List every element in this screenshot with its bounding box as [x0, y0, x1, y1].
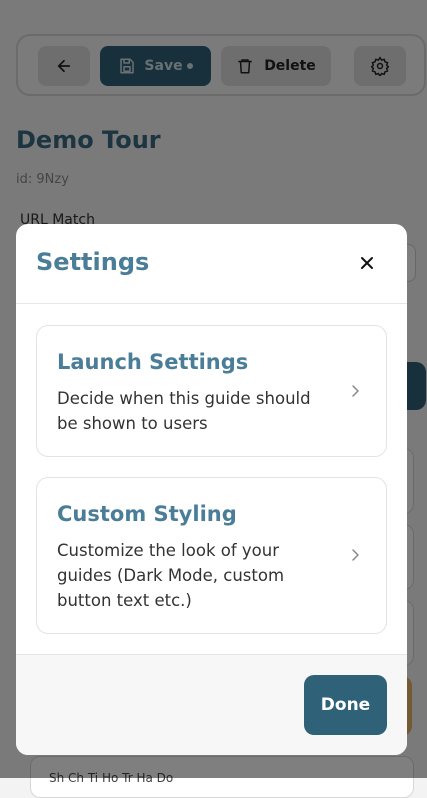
- settings-modal: Settings Launch Settings Decide when thi…: [16, 224, 407, 755]
- launch-settings-option[interactable]: Launch Settings Decide when this guide s…: [36, 325, 387, 457]
- close-icon: [361, 257, 373, 269]
- option-title: Launch Settings: [57, 350, 249, 374]
- option-title: Custom Styling: [57, 502, 237, 526]
- option-description: Decide when this guide should be shown t…: [57, 389, 311, 433]
- chevron-right-icon: [352, 549, 359, 561]
- modal-footer: Done: [16, 654, 407, 755]
- done-button[interactable]: Done: [304, 675, 387, 735]
- modal-header: Settings: [16, 224, 407, 304]
- option-description: Customize the look of your guides (Dark …: [57, 541, 285, 610]
- custom-styling-option[interactable]: Custom Styling Customize the look of you…: [36, 477, 387, 634]
- close-button[interactable]: [354, 250, 380, 276]
- chevron-right-icon: [352, 385, 359, 397]
- modal-title: Settings: [36, 248, 150, 276]
